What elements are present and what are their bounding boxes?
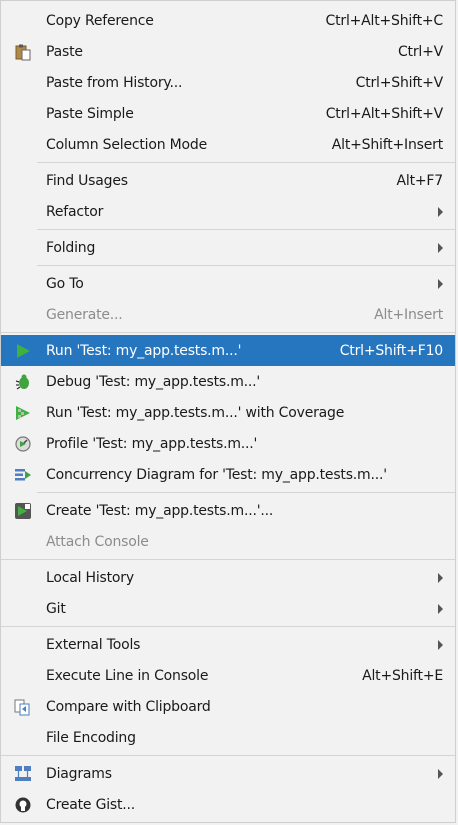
menu-item-go-to[interactable]: Go To	[1, 268, 455, 299]
menu-item-label: Debug 'Test: my_app.tests.m...'	[46, 373, 261, 390]
menu-item-label: Generate...	[46, 306, 123, 323]
menu-item-paste-from-history[interactable]: Paste from History... Ctrl+Shift+V	[1, 67, 455, 98]
menu-item-copy-reference[interactable]: Copy Reference Ctrl+Alt+Shift+C	[1, 5, 455, 36]
menu-item-shortcut: Ctrl+Shift+V	[355, 74, 444, 91]
compare-icon	[14, 698, 32, 716]
menu-item-paste-simple[interactable]: Paste Simple Ctrl+Alt+Shift+V	[1, 98, 455, 129]
menu-item-label: Folding	[46, 239, 96, 256]
submenu-arrow-icon	[438, 572, 443, 583]
menu-item-label: Paste	[46, 43, 83, 60]
menu-item-profile-test[interactable]: Profile 'Test: my_app.tests.m...'	[1, 428, 455, 459]
menu-item-concurrency-diagram[interactable]: Concurrency Diagram for 'Test: my_app.te…	[1, 459, 455, 490]
menu-item-label: Column Selection Mode	[46, 136, 207, 153]
context-menu: Copy Reference Ctrl+Alt+Shift+C Paste Ct…	[0, 0, 456, 823]
menu-item-find-usages[interactable]: Find Usages Alt+F7	[1, 165, 455, 196]
menu-item-label: Create 'Test: my_app.tests.m...'...	[46, 502, 274, 519]
paste-icon	[14, 43, 32, 61]
menu-item-create-config[interactable]: Create 'Test: my_app.tests.m...'...	[1, 495, 455, 526]
concurrency-icon	[14, 466, 32, 484]
submenu-arrow-icon	[438, 278, 443, 289]
menu-item-label: Compare with Clipboard	[46, 698, 211, 715]
menu-separator	[1, 559, 455, 560]
menu-item-label: Copy Reference	[46, 12, 154, 29]
menu-item-shortcut: Ctrl+Alt+Shift+V	[325, 105, 443, 122]
menu-item-attach-console[interactable]: Attach Console	[1, 526, 455, 557]
menu-separator	[37, 265, 455, 266]
menu-item-label: Execute Line in Console	[46, 667, 209, 684]
coverage-icon	[14, 404, 32, 422]
menu-item-label: Profile 'Test: my_app.tests.m...'	[46, 435, 258, 452]
menu-separator	[1, 332, 455, 333]
menu-separator	[37, 162, 455, 163]
menu-separator	[1, 626, 455, 627]
profile-icon	[14, 435, 32, 453]
menu-item-shortcut: Alt+Shift+E	[362, 667, 443, 684]
menu-item-shortcut: Alt+F7	[396, 172, 444, 189]
menu-item-label: Paste Simple	[46, 105, 134, 122]
menu-item-paste[interactable]: Paste Ctrl+V	[1, 36, 455, 67]
submenu-arrow-icon	[438, 603, 443, 614]
menu-item-column-selection-mode[interactable]: Column Selection Mode Alt+Shift+Insert	[1, 129, 455, 160]
menu-item-generate[interactable]: Generate... Alt+Insert	[1, 299, 455, 330]
gist-icon	[14, 796, 32, 814]
submenu-arrow-icon	[438, 768, 443, 779]
menu-item-folding[interactable]: Folding	[1, 232, 455, 263]
menu-item-label: External Tools	[46, 636, 141, 653]
menu-item-execute-line[interactable]: Execute Line in Console Alt+Shift+E	[1, 660, 455, 691]
menu-item-label: Diagrams	[46, 765, 112, 782]
menu-item-shortcut: Ctrl+Alt+Shift+C	[325, 12, 444, 29]
menu-item-label: Refactor	[46, 203, 104, 220]
menu-item-compare-with-clipboard[interactable]: Compare with Clipboard	[1, 691, 455, 722]
menu-separator	[37, 229, 455, 230]
submenu-arrow-icon	[438, 206, 443, 217]
submenu-arrow-icon	[438, 242, 443, 253]
submenu-arrow-icon	[438, 639, 443, 650]
menu-item-label: Find Usages	[46, 172, 128, 189]
menu-item-label: Paste from History...	[46, 74, 183, 91]
menu-item-label: Local History	[46, 569, 134, 586]
menu-item-shortcut: Ctrl+V	[397, 43, 443, 60]
menu-item-run-with-coverage[interactable]: Run 'Test: my_app.tests.m...' with Cover…	[1, 397, 455, 428]
menu-item-label: Go To	[46, 275, 84, 292]
menu-item-create-gist[interactable]: Create Gist...	[1, 789, 455, 820]
run-icon	[14, 342, 32, 360]
menu-item-file-encoding[interactable]: File Encoding	[1, 722, 455, 753]
menu-item-debug-test[interactable]: Debug 'Test: my_app.tests.m...'	[1, 366, 455, 397]
menu-item-label: Concurrency Diagram for 'Test: my_app.te…	[46, 466, 387, 483]
diagrams-icon	[14, 765, 32, 783]
menu-separator	[1, 755, 455, 756]
menu-item-run-test[interactable]: Run 'Test: my_app.tests.m...' Ctrl+Shift…	[1, 335, 455, 366]
menu-separator	[37, 492, 455, 493]
menu-item-shortcut: Alt+Insert	[374, 306, 443, 323]
menu-item-external-tools[interactable]: External Tools	[1, 629, 455, 660]
debug-icon	[14, 373, 32, 391]
menu-item-label: File Encoding	[46, 729, 136, 746]
menu-item-git[interactable]: Git	[1, 593, 455, 624]
menu-item-shortcut: Alt+Shift+Insert	[331, 136, 443, 153]
menu-item-label: Run 'Test: my_app.tests.m...'	[46, 342, 242, 359]
menu-item-refactor[interactable]: Refactor	[1, 196, 455, 227]
menu-item-label: Run 'Test: my_app.tests.m...' with Cover…	[46, 404, 345, 421]
menu-item-label: Create Gist...	[46, 796, 136, 813]
menu-item-label: Git	[46, 600, 66, 617]
menu-item-label: Attach Console	[46, 533, 149, 550]
menu-item-local-history[interactable]: Local History	[1, 562, 455, 593]
menu-item-diagrams[interactable]: Diagrams	[1, 758, 455, 789]
menu-item-shortcut: Ctrl+Shift+F10	[339, 342, 443, 359]
create-config-icon	[14, 502, 32, 520]
